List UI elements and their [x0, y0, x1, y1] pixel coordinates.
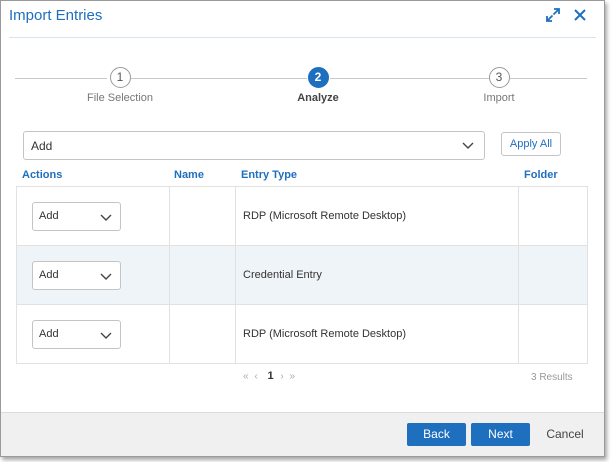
step-label: Import: [483, 92, 515, 104]
column-header-name: Name: [174, 169, 204, 181]
column-header-entry-type: Entry Type: [241, 169, 298, 181]
step-number: 1: [109, 67, 131, 88]
title-divider: [9, 37, 596, 38]
chevron-down-icon: [100, 332, 112, 339]
results-count: 3 Results: [531, 372, 573, 383]
table-row: Add RDP (Microsoft Remote Desktop): [17, 187, 587, 246]
column-divider: [518, 187, 519, 245]
table-row: Add Credential Entry: [17, 246, 587, 305]
row-action-select[interactable]: Add: [32, 320, 121, 349]
column-divider: [169, 246, 170, 304]
step-number: 2: [307, 67, 329, 88]
dialog-titlebar: Import Entries: [1, 1, 604, 33]
column-divider: [235, 305, 236, 364]
dialog-title: Import Entries: [9, 7, 103, 24]
dialog-footer: Back Next Cancel: [1, 412, 604, 456]
step-file-selection: 1 File Selection: [60, 67, 180, 104]
chevron-down-icon: [100, 273, 112, 280]
entry-type-cell: Credential Entry: [243, 269, 322, 281]
column-header-actions: Actions: [22, 169, 63, 181]
step-label: File Selection: [86, 92, 154, 104]
column-divider: [169, 187, 170, 245]
apply-all-button[interactable]: Apply All: [501, 132, 561, 156]
row-action-value: Add: [39, 328, 59, 340]
column-divider: [518, 305, 519, 364]
expand-icon[interactable]: [545, 7, 561, 23]
table-row: Add RDP (Microsoft Remote Desktop): [17, 305, 587, 364]
entry-type-cell: RDP (Microsoft Remote Desktop): [243, 328, 407, 340]
column-divider: [169, 305, 170, 364]
chevron-down-icon: [462, 142, 474, 149]
step-number: 3: [488, 67, 510, 88]
bulk-action-value: Add: [31, 139, 53, 153]
column-divider: [518, 246, 519, 304]
next-button[interactable]: Next: [471, 423, 530, 446]
step-analyze: 2 Analyze: [258, 67, 378, 104]
back-button[interactable]: Back: [407, 423, 466, 446]
row-action-value: Add: [39, 210, 59, 222]
row-action-select[interactable]: Add: [32, 202, 121, 231]
column-divider: [235, 187, 236, 245]
last-page-icon[interactable]: »: [290, 371, 296, 382]
close-icon[interactable]: [572, 7, 588, 23]
column-divider: [235, 246, 236, 304]
pagination: « ‹ 1 › »: [243, 370, 298, 382]
entries-table: Add RDP (Microsoft Remote Desktop) Add C…: [16, 186, 588, 364]
step-import: 3 Import: [439, 67, 559, 104]
next-page-icon[interactable]: ›: [280, 371, 283, 382]
import-entries-dialog: Import Entries 1 File Selection 2 Analyz…: [0, 0, 605, 457]
current-page[interactable]: 1: [267, 370, 273, 382]
step-label: Analyze: [297, 92, 339, 104]
prev-page-icon[interactable]: ‹: [254, 371, 257, 382]
cancel-button[interactable]: Cancel: [541, 423, 589, 446]
entry-type-cell: RDP (Microsoft Remote Desktop): [243, 210, 407, 222]
bulk-action-select[interactable]: Add: [23, 131, 485, 160]
first-page-icon[interactable]: «: [243, 371, 249, 382]
chevron-down-icon: [100, 214, 112, 221]
column-header-folder: Folder: [524, 169, 558, 181]
row-action-select[interactable]: Add: [32, 261, 121, 290]
row-action-value: Add: [39, 269, 59, 281]
wizard-stepper: 1 File Selection 2 Analyze 3 Import: [15, 67, 587, 111]
